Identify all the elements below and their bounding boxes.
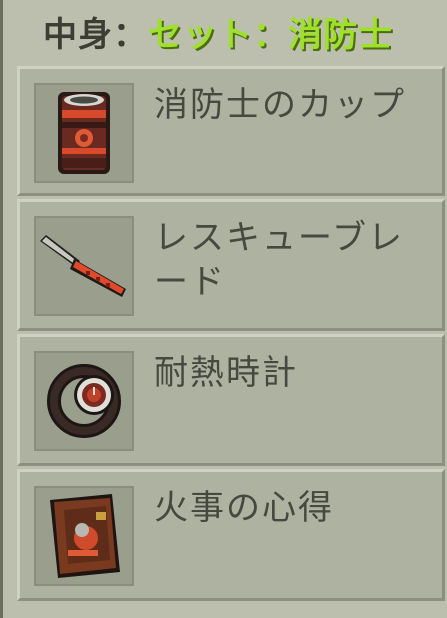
item-contents-panel: 中身： セット：消防士 消防士のカップ レスキューブレード 耐熱時計 火事の心得 bbox=[0, 0, 447, 618]
list-item-watch[interactable]: 耐熱時計 bbox=[17, 334, 445, 466]
heatproof-watch-icon bbox=[34, 351, 134, 451]
item-name: 火事の心得 bbox=[154, 488, 334, 528]
contents-list: 消防士のカップ レスキューブレード 耐熱時計 火事の心得 bbox=[17, 66, 445, 604]
rescue-blade-icon bbox=[34, 216, 134, 316]
item-name: レスキューブレード bbox=[154, 218, 404, 302]
item-name: 耐熱時計 bbox=[154, 353, 298, 393]
set-name: セット：消防士 bbox=[148, 14, 393, 55]
list-item-cup[interactable]: 消防士のカップ bbox=[17, 66, 445, 196]
list-item-blade[interactable]: レスキューブレード bbox=[17, 199, 445, 331]
contents-label: 中身： bbox=[43, 14, 148, 55]
fire-guide-book-icon bbox=[34, 486, 134, 586]
firefighter-cup-icon bbox=[34, 83, 134, 183]
item-name: 消防士のカップ bbox=[154, 85, 406, 125]
contents-header: 中身： セット：消防士 bbox=[3, 0, 447, 62]
list-item-book[interactable]: 火事の心得 bbox=[17, 469, 445, 601]
